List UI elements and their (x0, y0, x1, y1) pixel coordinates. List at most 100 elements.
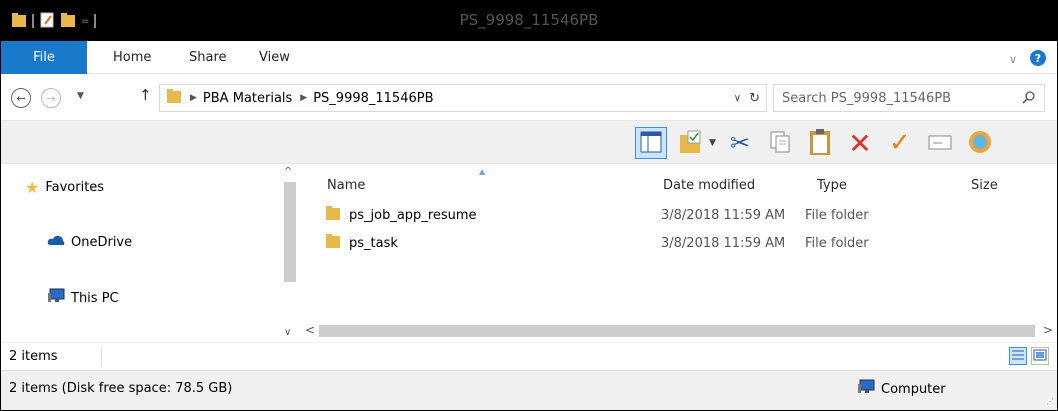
preview-pane-icon (640, 131, 662, 156)
large-icons-view-icon (1033, 349, 1047, 364)
file-row[interactable]: ps_task 3/8/2018 11:59 AM File folder (325, 232, 1045, 254)
file-row[interactable]: ps_job_app_resume 3/8/2018 11:59 AM File… (325, 204, 1045, 226)
disk-space-info: 2 items (Disk free space: 78.5 GB) (9, 381, 233, 396)
tab-share[interactable]: Share (189, 41, 227, 74)
refresh-icon[interactable]: ↻ (749, 91, 760, 106)
scroll-right-icon[interactable]: > (1043, 323, 1053, 337)
column-header-size[interactable]: Size (971, 170, 998, 200)
file-name: ps_job_app_resume (349, 207, 477, 223)
dropdown-arrow-icon[interactable]: ▼ (709, 138, 716, 148)
search-icon (1022, 90, 1036, 108)
details-view-icon (1011, 349, 1025, 364)
column-header-type[interactable]: Type (817, 170, 847, 200)
file-name-cell: ps_task (325, 233, 398, 253)
star-icon: ★ (25, 178, 40, 197)
nav-label-favorites: Favorites (45, 180, 105, 195)
title-bar: = PS_9998_11546PB (1, 1, 1057, 41)
column-header-date[interactable]: Date modified (663, 170, 755, 200)
rename-field-button[interactable] (924, 127, 956, 159)
computer-icon (857, 379, 875, 399)
checkmark-icon: ✓ (889, 128, 911, 158)
scissors-icon: ✂ (729, 129, 750, 157)
item-status-bar: 2 items (1, 342, 1057, 370)
shell-icon (967, 129, 993, 158)
cut-button[interactable]: ✂ (724, 127, 756, 159)
up-arrow-icon[interactable]: ↑ (139, 86, 152, 104)
folder-icon (325, 205, 341, 225)
folder-icon (166, 88, 182, 108)
navigation-pane: ★ Favorites OneDrive This PC ^ ∨ (1, 164, 299, 342)
file-date: 3/8/2018 11:59 AM (661, 207, 786, 223)
file-type: File folder (805, 207, 869, 223)
horizontal-scrollbar[interactable]: < > (299, 322, 1057, 340)
command-toolbar: ▼ ✂ ✕ ✓ (1, 120, 1057, 164)
rename-button[interactable]: ✓ (884, 127, 916, 159)
nav-item-this-pc[interactable]: This PC (47, 288, 119, 308)
address-controls: ∨ ↻ (734, 85, 766, 111)
customize-button[interactable] (964, 127, 996, 159)
address-row: ← → ▼ ↑ ▶ PBA Materials ▶ PS_9998_11546P… (1, 74, 1057, 120)
horizontal-scrollbar-thumb[interactable] (319, 325, 1035, 337)
forward-button[interactable]: → (41, 88, 61, 108)
search-input[interactable]: Search PS_9998_11546PB (773, 84, 1045, 112)
address-bar[interactable]: ▶ PBA Materials ▶ PS_9998_11546PB ∨ ↻ (159, 84, 767, 112)
delete-icon: ✕ (848, 126, 872, 160)
scroll-up-icon[interactable]: ^ (284, 166, 292, 177)
chevron-right-icon[interactable]: ▶ (190, 93, 197, 103)
file-date: 3/8/2018 11:59 AM (661, 235, 786, 251)
expand-ribbon-icon[interactable]: ∨ (1009, 53, 1017, 66)
tab-home[interactable]: Home (113, 41, 151, 74)
copy-icon (768, 130, 792, 157)
nav-label-this-pc: This PC (71, 290, 119, 306)
toolbar-icons: ▼ ✂ ✕ ✓ (635, 126, 996, 160)
file-name: ps_task (349, 235, 398, 251)
recent-locations-icon[interactable]: ▼ (77, 91, 84, 101)
location-indicator: Computer (857, 379, 946, 399)
copy-button[interactable] (764, 127, 796, 159)
item-count: 2 items (9, 349, 58, 364)
view-switcher (1009, 347, 1049, 365)
nav-scrollbar-thumb[interactable] (284, 182, 296, 282)
window-title: PS_9998_11546PB (459, 11, 599, 29)
help-icon[interactable]: ? (1029, 49, 1047, 70)
large-icons-view-button[interactable] (1031, 347, 1049, 365)
explorer-window: = PS_9998_11546PB File Home Share View ∨… (0, 0, 1058, 411)
address-dropdown-icon[interactable]: ∨ (734, 93, 741, 104)
file-name-cell: ps_job_app_resume (325, 205, 477, 225)
paste-button[interactable] (804, 127, 836, 159)
scroll-down-icon[interactable]: ∨ (284, 327, 291, 338)
column-header-name[interactable]: Name (327, 170, 365, 200)
nav-item-favorites[interactable]: ★ Favorites (25, 178, 104, 197)
cloud-icon (47, 234, 65, 250)
nav-vertical-scrollbar[interactable]: ^ ∨ (281, 164, 299, 342)
folder-icon (325, 233, 341, 253)
ribbon-controls: ∨ ? (1009, 49, 1047, 70)
tab-view[interactable]: View (259, 41, 290, 74)
breadcrumb-current[interactable]: PS_9998_11546PB (313, 91, 433, 106)
file-type: File folder (805, 235, 869, 251)
forward-arrow-icon: → (46, 91, 56, 105)
breadcrumb-pba-materials[interactable]: PBA Materials (203, 91, 292, 106)
search-placeholder: Search PS_9998_11546PB (782, 90, 952, 106)
details-status-bar: 2 items (Disk free space: 78.5 GB) Compu… (1, 370, 1057, 410)
computer-icon (47, 288, 65, 308)
nav-label-onedrive: OneDrive (71, 234, 133, 250)
location-label: Computer (881, 381, 946, 397)
scroll-left-icon[interactable]: < (305, 323, 315, 337)
resize-grip-icon[interactable]: ⋰ (1046, 397, 1054, 406)
ribbon-tabs: File Home Share View ∨ ? (1, 41, 1057, 74)
preview-pane-button[interactable] (635, 127, 667, 159)
file-list: ▲ Name Date modified Type Size ps_job_ap… (299, 164, 1057, 342)
sort-ascending-icon: ▲ (479, 167, 486, 176)
clipboard-icon (807, 128, 833, 159)
nav-item-onedrive[interactable]: OneDrive (47, 234, 132, 250)
tab-file[interactable]: File (1, 41, 87, 74)
properties-button[interactable] (675, 127, 707, 159)
details-view-button[interactable] (1009, 347, 1027, 365)
delete-button[interactable]: ✕ (844, 126, 876, 160)
chevron-right-icon[interactable]: ▶ (300, 93, 307, 103)
back-button[interactable]: ← (11, 88, 31, 108)
status-divider (101, 347, 102, 367)
folder-properties-icon (678, 129, 704, 158)
svg-text:?: ? (1035, 52, 1041, 65)
